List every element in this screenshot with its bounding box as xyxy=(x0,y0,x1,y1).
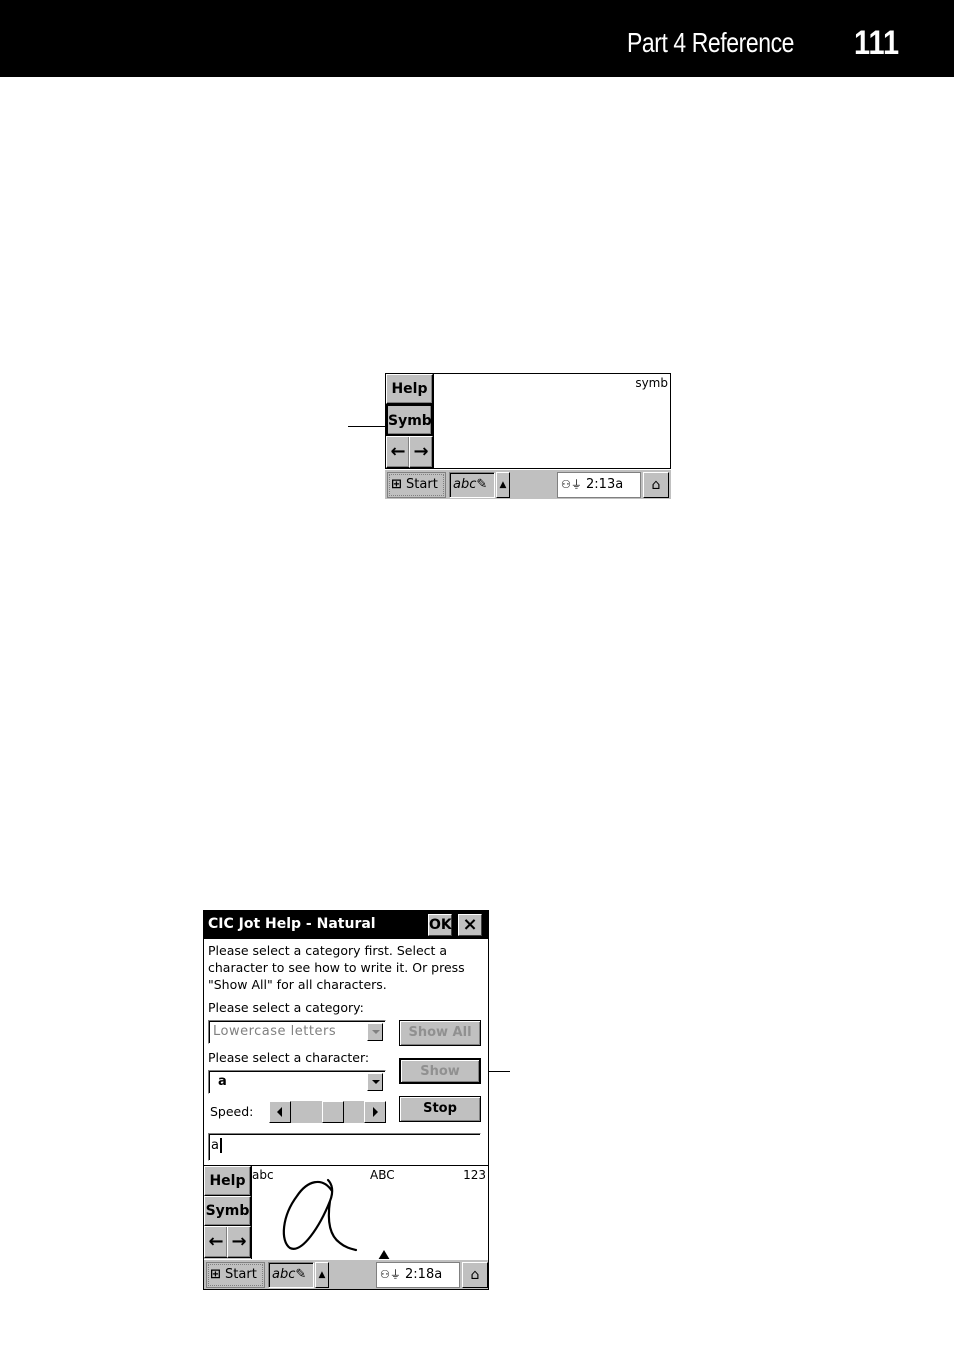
desktop-button[interactable]: ⌂ xyxy=(462,1262,488,1288)
instruction-line-2: character to see how to write it. Or pre… xyxy=(208,960,465,975)
start-button[interactable]: ⊞ Start xyxy=(206,1262,265,1288)
start-button[interactable]: ⊞ Start xyxy=(387,472,446,498)
jot-help-dialog: CIC Jot Help - Natural OK × Please selec… xyxy=(203,910,489,1290)
show-all-button[interactable]: Show All xyxy=(399,1020,481,1046)
input-menu-arrow-button[interactable]: ▲ xyxy=(496,472,510,498)
help-button[interactable]: Help xyxy=(386,374,433,404)
page-header: Part 4 Reference 111 xyxy=(0,0,954,77)
taskbar: ⊞ Start abc✎ ▲ ⚇⏚ 2:18a ⌂ xyxy=(204,1259,488,1289)
system-tray: ⚇⏚ 2:18a xyxy=(376,1262,460,1288)
windows-flag-icon: ⊞ xyxy=(210,1267,221,1282)
power-plug-icon: ⏚ xyxy=(570,478,582,491)
speed-slider-thumb[interactable] xyxy=(321,1101,344,1123)
power-plug-icon: ⏚ xyxy=(389,1268,401,1281)
category-dropdown-arrow-icon xyxy=(367,1023,383,1041)
clock-time[interactable]: 2:13a xyxy=(586,477,623,492)
instruction-line-3: "Show All" for all characters. xyxy=(208,977,387,992)
left-arrow-button[interactable]: ← xyxy=(386,436,410,468)
section-title: Part 4 Reference xyxy=(627,27,795,58)
desktop-home-icon: ⌂ xyxy=(651,477,661,493)
character-label: Please select a character: xyxy=(208,1050,370,1065)
windows-flag-icon: ⊞ xyxy=(391,477,402,492)
text-cursor xyxy=(219,1138,222,1153)
input-method-button[interactable]: abc✎ xyxy=(449,472,495,498)
start-label: Start xyxy=(225,1267,257,1282)
right-arrow-button[interactable]: → xyxy=(409,436,433,468)
handwriting-icon: abc✎ xyxy=(272,1267,307,1282)
ok-button[interactable]: OK xyxy=(428,914,452,936)
input-method-button[interactable]: abc✎ xyxy=(268,1262,314,1288)
instruction-line-1: Please select a category first. Select a xyxy=(208,943,448,958)
input-panel-sidebar: Help Symb ← → xyxy=(386,374,433,468)
dialog-title: CIC Jot Help - Natural xyxy=(208,916,376,932)
speed-label: Speed: xyxy=(210,1104,254,1119)
clock-time[interactable]: 2:18a xyxy=(405,1267,442,1282)
practice-input-value: a xyxy=(211,1138,219,1153)
connection-icon: ⚇ xyxy=(561,478,571,491)
handwriting-icon: abc✎ xyxy=(453,477,488,492)
character-select[interactable]: a xyxy=(208,1070,386,1094)
taskbar: ⊞ Start abc✎ ▲ ⚇⏚ 2:13a ⌂ xyxy=(385,469,671,499)
desktop-home-icon: ⌂ xyxy=(470,1267,480,1283)
input-menu-arrow-button[interactable]: ▲ xyxy=(315,1262,329,1288)
speed-decrease-button[interactable] xyxy=(269,1101,291,1123)
practice-input[interactable]: a xyxy=(208,1133,481,1161)
connection-icon: ⚇ xyxy=(380,1268,390,1281)
character-value: a xyxy=(218,1074,227,1089)
writing-pad[interactable]: symb xyxy=(433,374,670,468)
start-label: Start xyxy=(406,477,438,492)
dialog-title-bar: CIC Jot Help - Natural OK × xyxy=(204,911,488,939)
right-arrow-button[interactable]: → xyxy=(227,1226,251,1258)
category-label: Please select a category: xyxy=(208,1000,364,1015)
show-button[interactable]: Show xyxy=(399,1058,481,1084)
page-number: 111 xyxy=(854,24,900,62)
close-button[interactable]: × xyxy=(458,914,482,936)
writing-pad[interactable]: abc ABC 123 xyxy=(252,1165,488,1260)
system-tray: ⚇⏚ 2:13a xyxy=(557,472,641,498)
help-button[interactable]: Help xyxy=(204,1166,251,1196)
speed-slider[interactable] xyxy=(269,1101,386,1123)
character-dropdown-arrow-icon[interactable] xyxy=(367,1073,383,1091)
pad-mode-label: symb xyxy=(635,376,668,390)
stop-button[interactable]: Stop xyxy=(399,1096,481,1122)
symb-button[interactable]: Symb xyxy=(204,1196,251,1226)
desktop-button[interactable]: ⌂ xyxy=(643,472,669,498)
left-arrow-button[interactable]: ← xyxy=(204,1226,228,1258)
symb-button[interactable]: Symb xyxy=(386,404,433,436)
category-value: Lowercase letters xyxy=(213,1024,337,1039)
speed-increase-button[interactable] xyxy=(364,1101,386,1123)
handwritten-a-stroke xyxy=(282,1178,390,1260)
callout-line-symb xyxy=(348,426,388,427)
input-panel-figure: Help Symb ← → symb ⊞ Start abc✎ ▲ ⚇⏚ 2:1… xyxy=(385,373,671,499)
category-select: Lowercase letters xyxy=(208,1020,386,1044)
input-panel-sidebar: Help Symb ← → xyxy=(204,1165,252,1260)
